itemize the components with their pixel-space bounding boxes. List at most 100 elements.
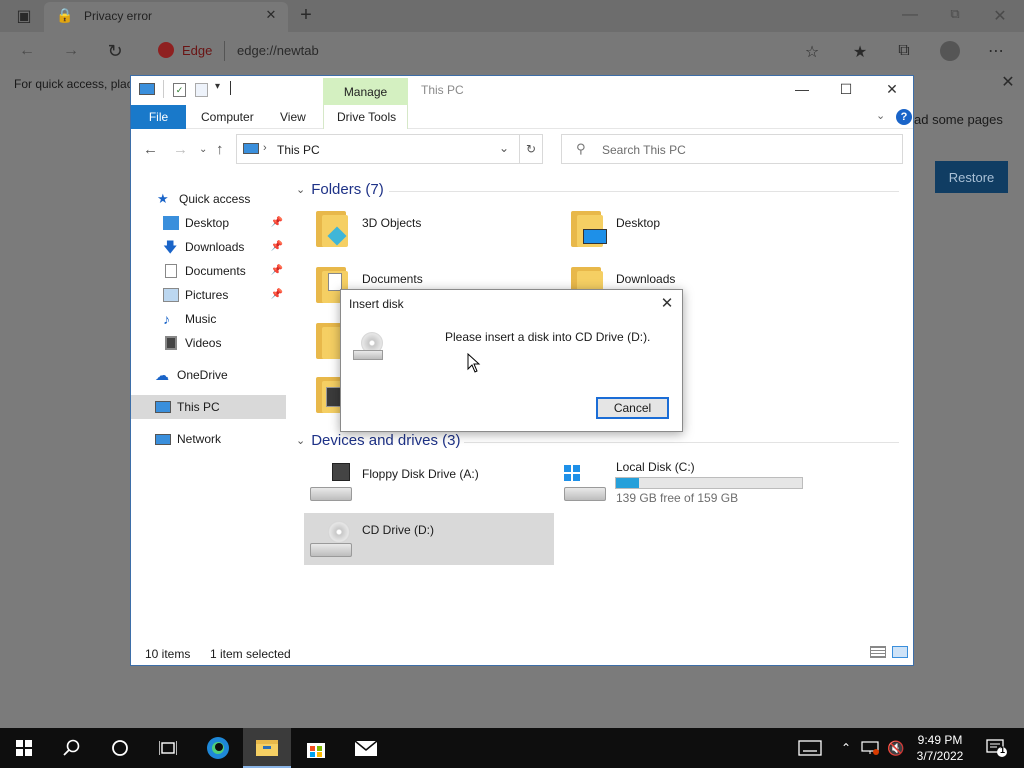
collapse-chevron-icon[interactable]: ⌄ — [296, 183, 305, 196]
pin-icon[interactable]: 📌 — [271, 265, 283, 276]
address-refresh-icon[interactable]: ↻ — [519, 134, 543, 164]
sidebar-label: Music — [185, 312, 217, 326]
folder-label[interactable]: Downloads — [616, 272, 675, 286]
help-icon[interactable]: ? — [896, 109, 912, 125]
volume-muted-icon[interactable]: 🔇 — [884, 728, 908, 768]
nav-forward-icon[interactable]: → — [173, 141, 188, 158]
network-status-icon[interactable] — [858, 728, 882, 768]
pin-icon[interactable]: 📌 — [271, 241, 283, 252]
sidebar-label: OneDrive — [177, 368, 228, 382]
edge-toolbar — [0, 32, 1024, 70]
edge-tab-title: Privacy error — [84, 9, 153, 23]
back-icon[interactable]: ← — [16, 42, 38, 60]
recent-locations-icon[interactable]: ⌄ — [199, 144, 207, 155]
computer-icon — [155, 401, 171, 413]
profile-avatar[interactable] — [940, 41, 960, 61]
file-explorer-taskbar-icon[interactable] — [243, 728, 291, 768]
close-window-icon[interactable]: ✕ — [990, 6, 1010, 26]
folder-label[interactable]: 3D Objects — [362, 216, 421, 230]
folder-label[interactable]: Documents — [362, 272, 423, 286]
edge-tab[interactable] — [44, 2, 288, 32]
clock-date[interactable]: 3/7/2022 — [906, 749, 974, 763]
sidebar-label: Desktop — [185, 216, 230, 230]
pin-icon[interactable]: 📌 — [271, 289, 283, 300]
task-view-icon[interactable] — [144, 728, 192, 768]
tab-close-icon[interactable]: ✕ — [262, 7, 280, 23]
collections-icon[interactable]: ⧉ — [894, 42, 914, 60]
large-icons-view-icon[interactable] — [892, 646, 908, 658]
details-view-icon[interactable] — [870, 646, 886, 658]
sidebar-item-videos[interactable]: Videos — [131, 331, 286, 355]
explorer-close-icon[interactable]: ✕ — [877, 81, 907, 99]
drive-free-space: 139 GB free of 159 GB — [616, 491, 739, 505]
search-input[interactable]: ⚲ Search This PC — [561, 134, 903, 164]
edge-taskbar-icon[interactable] — [194, 728, 242, 768]
pin-icon[interactable]: 📌 — [271, 217, 283, 228]
sidebar-item-documents[interactable]: Documents 📌 — [131, 259, 286, 283]
tab-view[interactable]: View — [280, 110, 306, 124]
address-text: This PC — [277, 143, 320, 157]
sidebar-item-desktop[interactable]: Desktop 📌 — [131, 211, 286, 235]
sidebar-item-this-pc[interactable]: This PC — [131, 395, 286, 419]
explorer-maximize-icon[interactable]: ☐ — [831, 81, 861, 99]
taskbar: ⌃ 🔇 9:49 PM 3/7/2022 1 — [0, 728, 1024, 768]
new-tab-icon[interactable]: + — [296, 4, 316, 27]
sidebar-item-pictures[interactable]: Pictures 📌 — [131, 283, 286, 307]
explorer-minimize-icon[interactable]: — — [787, 81, 817, 99]
sidebar-label: This PC — [177, 400, 220, 414]
add-favorite-icon[interactable]: ☆ — [802, 42, 822, 62]
tab-computer[interactable]: Computer — [201, 110, 254, 124]
tab-actions-icon[interactable]: ▣ — [14, 6, 34, 26]
nav-back-icon[interactable]: ← — [143, 141, 158, 158]
window-title: This PC — [421, 83, 464, 97]
folder-label[interactable]: Desktop — [616, 216, 660, 230]
mail-icon[interactable] — [342, 728, 390, 768]
show-hidden-icons-icon[interactable]: ⌃ — [836, 728, 856, 768]
start-windows-icon[interactable] — [0, 728, 48, 768]
drive-label-cd[interactable]: CD Drive (D:) — [362, 523, 434, 537]
refresh-icon[interactable]: ↻ — [104, 41, 126, 62]
notifications-icon[interactable]: 1 — [976, 728, 1016, 768]
properties-icon[interactable]: ✓ — [173, 83, 186, 97]
drives-group-header[interactable]: ⌄ Devices and drives (3) — [296, 432, 460, 449]
new-folder-icon[interactable] — [195, 83, 208, 97]
clock-time[interactable]: 9:49 PM — [906, 733, 974, 747]
local-disk-icon — [562, 463, 608, 503]
sidebar-item-onedrive[interactable]: ☁ OneDrive — [131, 363, 286, 387]
folders-group-header[interactable]: ⌄ Folders (7) — [296, 181, 384, 198]
cortana-icon[interactable] — [96, 728, 144, 768]
collapse-chevron-icon[interactable]: ⌄ — [296, 434, 305, 447]
edge-address-bar[interactable]: edge://newtab — [237, 43, 319, 58]
sidebar-item-music[interactable]: ♪ Music — [131, 307, 286, 331]
minimize-icon[interactable]: — — [900, 6, 920, 24]
qat-separator — [230, 81, 231, 95]
drive-label-floppy[interactable]: Floppy Disk Drive (A:) — [362, 467, 479, 481]
touch-keyboard-icon[interactable] — [786, 728, 834, 768]
tab-drive-tools[interactable]: Drive Tools — [337, 110, 396, 124]
address-chevron-icon[interactable]: › — [263, 142, 267, 154]
sidebar-item-quick-access[interactable]: ★ Quick access — [131, 187, 286, 211]
forward-icon[interactable]: → — [60, 42, 82, 60]
restore-button[interactable]: Restore — [935, 161, 1008, 193]
tab-manage[interactable]: Manage — [323, 78, 408, 105]
more-menu-icon[interactable]: ⋯ — [986, 41, 1006, 61]
sidebar-item-downloads[interactable]: 🡇 Downloads 📌 — [131, 235, 286, 259]
cancel-button[interactable]: Cancel — [596, 397, 669, 419]
address-dropdown-icon[interactable]: ⌄ — [499, 141, 509, 155]
address-bar[interactable]: › This PC ⌄ — [236, 134, 543, 164]
drive-label-local[interactable]: Local Disk (C:) — [616, 460, 695, 474]
dialog-close-icon[interactable]: ✕ — [657, 294, 677, 312]
nav-up-icon[interactable]: ↑ — [216, 141, 224, 158]
folder-3d-objects-icon — [314, 209, 350, 249]
tab-file[interactable]: File — [131, 105, 186, 129]
restore-window-icon[interactable]: ⧉ — [945, 6, 965, 22]
search-taskbar-icon[interactable] — [48, 728, 96, 768]
cd-disc-icon — [353, 332, 387, 364]
ribbon-expand-icon[interactable]: ⌄ — [876, 109, 885, 122]
disk-usage-fill — [616, 478, 640, 488]
sidebar-item-network[interactable]: Network — [131, 427, 286, 451]
qat-dropdown-icon[interactable]: ▾ — [215, 81, 220, 92]
favorites-icon[interactable]: ★ — [850, 42, 870, 62]
store-icon[interactable] — [292, 728, 340, 768]
restore-close-icon[interactable]: ✕ — [998, 72, 1018, 92]
